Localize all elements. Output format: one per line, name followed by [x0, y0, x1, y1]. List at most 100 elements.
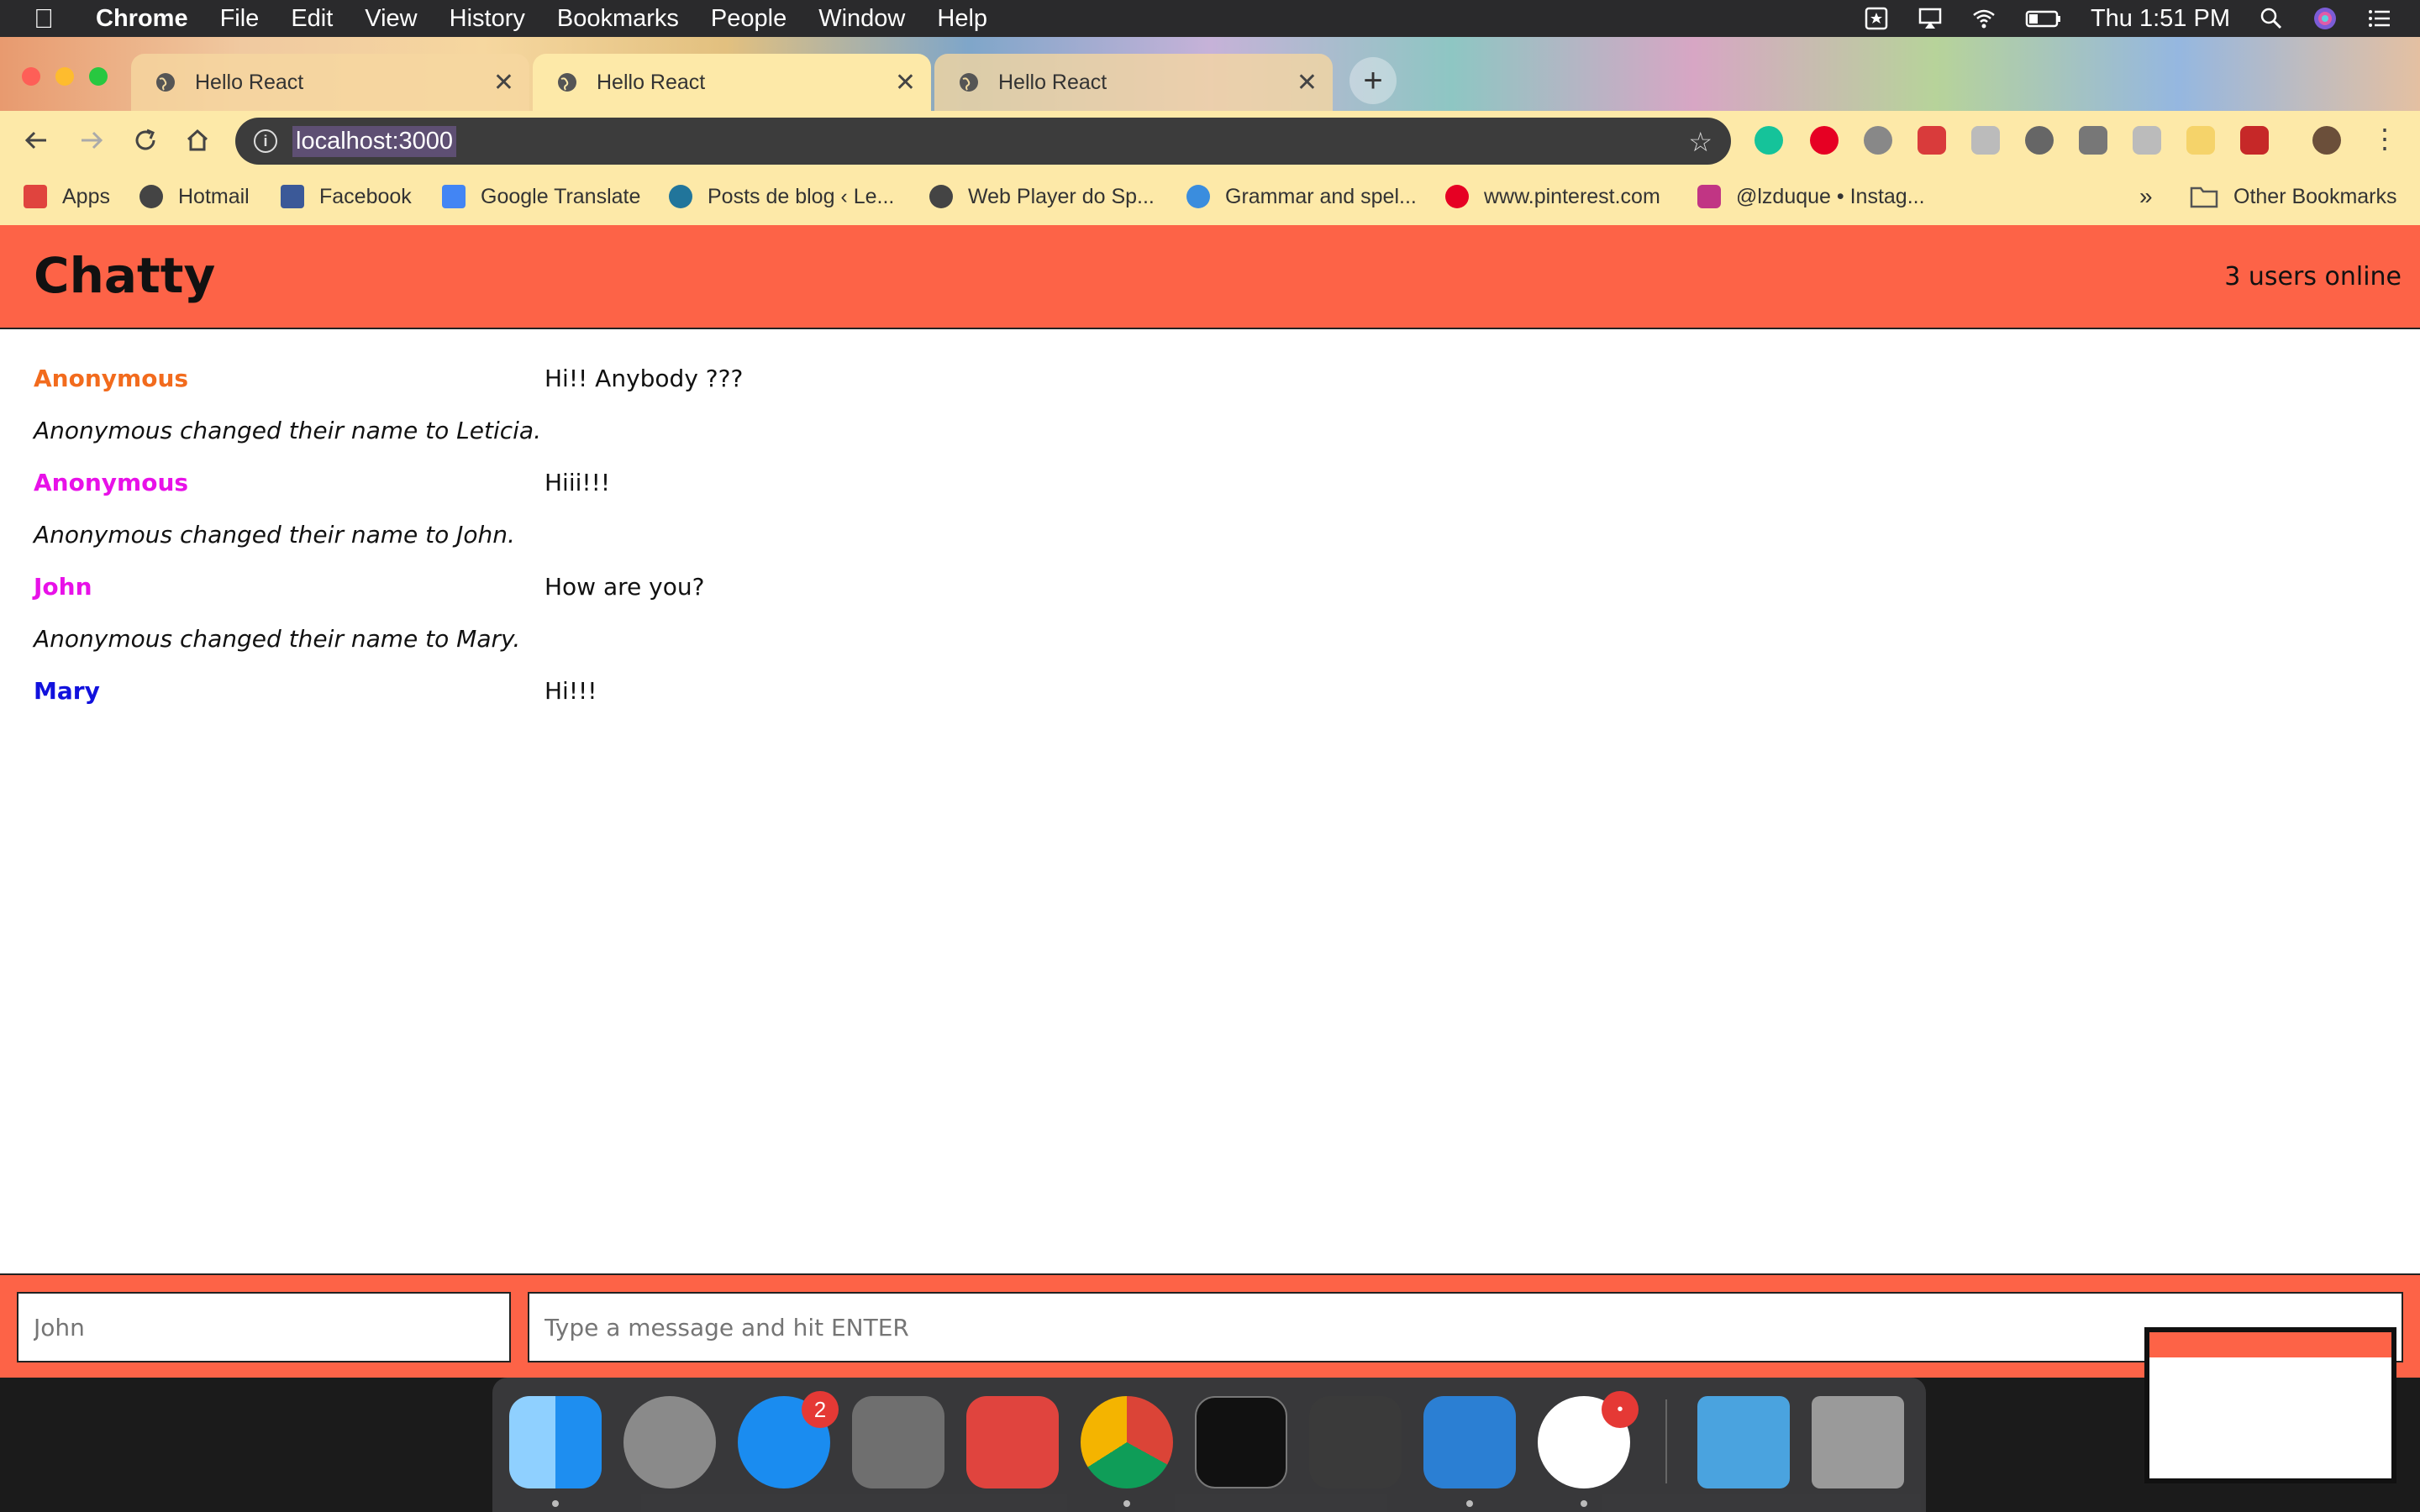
browser-tab-1[interactable]: Hello React ✕	[131, 54, 529, 111]
bookmark-grammar[interactable]: Grammar and spel...	[1186, 181, 1417, 212]
app-title[interactable]: Chatty	[34, 247, 215, 304]
message-content: Hi!!!	[544, 677, 597, 705]
arrow-left-icon	[24, 131, 46, 150]
message-content: Hiii!!!	[544, 469, 611, 496]
plus-icon: +	[1363, 61, 1383, 99]
bookmark-instagram[interactable]: @lzduque • Instag...	[1697, 181, 1925, 212]
reload-button[interactable]	[128, 123, 163, 158]
wifi-icon[interactable]	[1971, 6, 1996, 31]
screenshot-preview-thumbnail[interactable]	[2144, 1327, 2396, 1483]
message-row: Anonymous Hiii!!!	[0, 462, 2420, 514]
browser-tab-2[interactable]: Hello React ✕	[533, 54, 931, 111]
address-bar[interactable]: i localhost:3000 ☆	[235, 118, 1731, 165]
message-content: Hi!! Anybody ???	[544, 365, 744, 392]
translate-icon	[442, 185, 466, 208]
menu-help[interactable]: Help	[937, 5, 987, 33]
macos-dock: 2 •	[492, 1378, 1926, 1512]
bookmark-label: Apps	[62, 184, 110, 208]
chatty-app: Chatty 3 users online Anonymous Hi!! Any…	[0, 225, 2420, 1378]
window-close-button[interactable]	[22, 67, 40, 86]
username-input[interactable]	[17, 1292, 511, 1362]
bookmark-apps[interactable]: Apps	[24, 181, 110, 212]
bookmark-extension-icon[interactable]	[1918, 126, 1946, 155]
dock-separator	[1665, 1399, 1667, 1483]
bookmark-pinterest[interactable]: www.pinterest.com	[1445, 181, 1660, 212]
tab-close-icon[interactable]: ✕	[493, 68, 514, 97]
message-content: How are you?	[544, 573, 705, 601]
notification-text: Anonymous changed their name to John.	[34, 521, 515, 549]
back-button[interactable]	[18, 123, 54, 158]
notification-center-icon[interactable]	[2366, 6, 2391, 31]
grammarly-extension-icon[interactable]	[1754, 126, 1783, 155]
bookmark-google-translate[interactable]: Google Translate	[442, 181, 640, 212]
profile-avatar[interactable]	[2312, 126, 2341, 155]
json-extension-icon[interactable]	[2186, 126, 2215, 155]
menu-edit[interactable]: Edit	[291, 5, 333, 33]
notification-text: Anonymous changed their name to Leticia.	[34, 417, 541, 444]
menu-people[interactable]: People	[711, 5, 786, 33]
kanji-extension-icon[interactable]	[2133, 126, 2161, 155]
facebook-icon	[281, 185, 304, 208]
forward-button[interactable]	[74, 123, 109, 158]
macos-menu-bar:  Chrome File Edit View History Bookmark…	[0, 0, 2420, 37]
airplay-icon[interactable]	[1918, 6, 1943, 31]
tb-extension-icon[interactable]	[2079, 126, 2107, 155]
chrome-toolbar: i localhost:3000 ☆ ⋮	[0, 111, 2420, 170]
wunderlist-icon[interactable]	[966, 1396, 1059, 1488]
tab-title: Hello React	[597, 70, 706, 94]
bookmark-wordpress[interactable]: Posts de blog ‹ Le...	[669, 181, 894, 212]
other-bookmarks-folder[interactable]: Other Bookmarks	[2190, 181, 2397, 212]
thumbnail-header	[2149, 1332, 2391, 1357]
downloads-folder-icon[interactable]	[1697, 1396, 1790, 1488]
slack-badge: •	[1602, 1391, 1639, 1428]
terminal-icon[interactable]	[1195, 1396, 1287, 1488]
mail-extension-icon[interactable]	[1864, 126, 1892, 155]
battery-icon[interactable]	[2025, 6, 2062, 31]
menu-history[interactable]: History	[450, 5, 525, 33]
menubar-clock[interactable]: Thu 1:51 PM	[2091, 5, 2230, 33]
bookmarks-overflow-button[interactable]: »	[2139, 181, 2153, 212]
bookmark-facebook[interactable]: Facebook	[281, 181, 412, 212]
window-zoom-button[interactable]	[89, 67, 108, 86]
home-button[interactable]	[180, 123, 215, 158]
chrome-menu-icon[interactable]: ⋮	[2371, 123, 2398, 155]
address-bar-url[interactable]: localhost:3000	[292, 125, 457, 157]
new-tab-button[interactable]: +	[1349, 57, 1397, 104]
menu-window[interactable]: Window	[818, 5, 905, 33]
other-bookmarks-label: Other Bookmarks	[2233, 184, 2397, 208]
launchpad-icon[interactable]	[623, 1396, 716, 1488]
sublime-text-icon[interactable]	[1309, 1396, 1402, 1488]
menu-app-name[interactable]: Chrome	[96, 5, 188, 33]
bookmark-hotmail[interactable]: Hotmail	[139, 181, 250, 212]
finder-icon[interactable]	[509, 1396, 602, 1488]
running-indicator	[1123, 1500, 1130, 1507]
site-info-icon[interactable]: i	[254, 129, 277, 153]
menu-file[interactable]: File	[220, 5, 260, 33]
globe-icon	[156, 73, 175, 92]
chrome-icon[interactable]	[1081, 1396, 1173, 1488]
arrow-right-icon	[82, 131, 103, 150]
vscode-icon[interactable]	[1423, 1396, 1516, 1488]
menu-bookmarks[interactable]: Bookmarks	[557, 5, 679, 33]
siri-icon[interactable]	[2312, 6, 2338, 31]
trash-icon[interactable]	[1812, 1396, 1904, 1488]
message-input[interactable]	[528, 1292, 2403, 1362]
menu-view[interactable]: View	[365, 5, 417, 33]
home-icon	[187, 129, 208, 151]
circle-extension-icon[interactable]	[2025, 126, 2054, 155]
bookmark-star-icon[interactable]: ☆	[1688, 126, 1712, 158]
apple-menu-icon[interactable]: 	[34, 3, 67, 34]
bookmark-label: Facebook	[319, 184, 412, 208]
pinterest-extension-icon[interactable]	[1810, 126, 1839, 155]
spotlight-search-icon[interactable]	[2259, 6, 2284, 31]
browser-tab-3[interactable]: Hello React ✕	[934, 54, 1333, 111]
message-row: Anonymous Hi!! Anybody ???	[0, 358, 2420, 410]
tab-close-icon[interactable]: ✕	[1297, 68, 1318, 97]
bookmark-spotify[interactable]: Web Player do Sp...	[929, 181, 1155, 212]
flag-extension-icon[interactable]	[2240, 126, 2269, 155]
window-minimize-button[interactable]	[55, 67, 74, 86]
tab-close-icon[interactable]: ✕	[895, 68, 916, 97]
bookmark-status-icon[interactable]	[1864, 6, 1889, 31]
system-preferences-icon[interactable]	[852, 1396, 944, 1488]
hand-extension-icon[interactable]	[1971, 126, 2000, 155]
